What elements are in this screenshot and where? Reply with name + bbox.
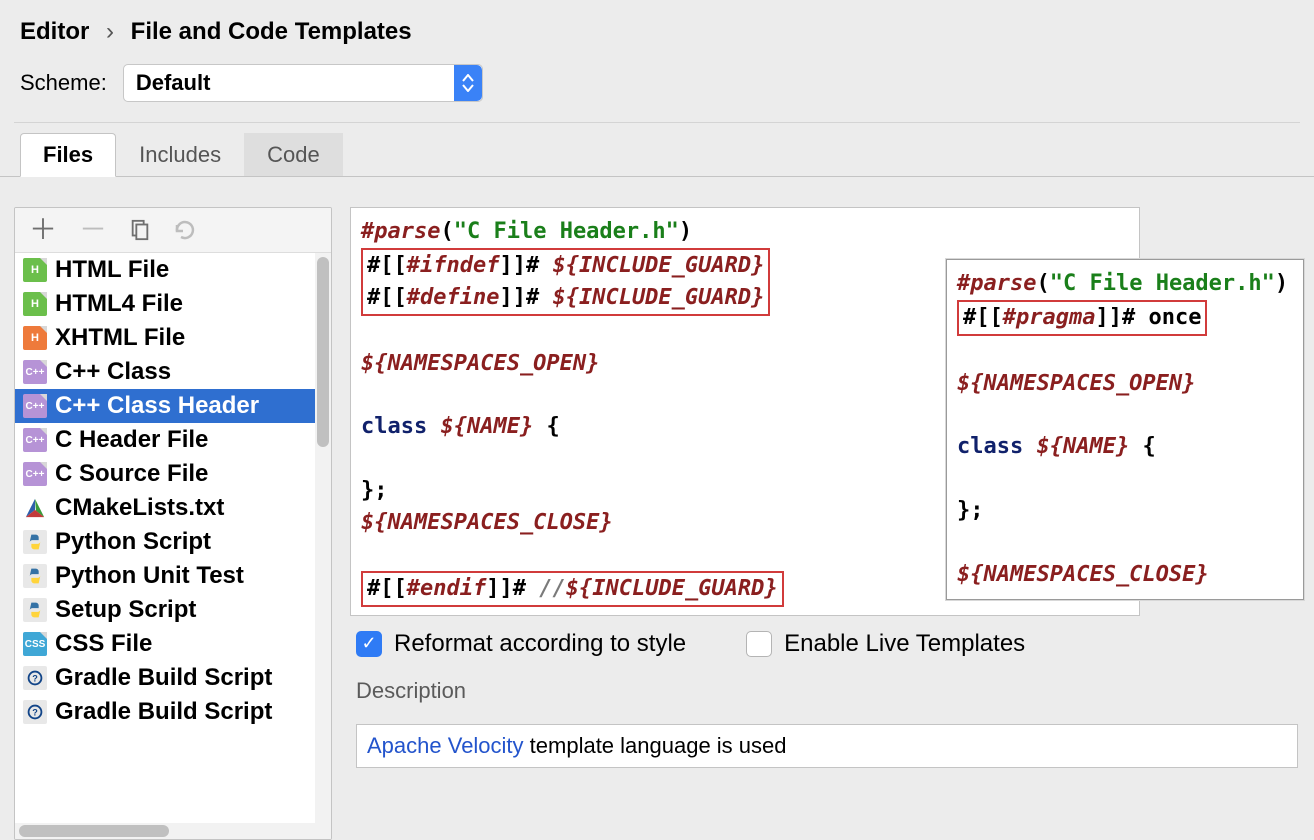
scheme-row: Scheme: Default [0, 56, 1314, 122]
vertical-scrollbar[interactable] [315, 253, 331, 823]
list-item-label: CMakeLists.txt [55, 494, 224, 522]
h-file-icon: H [23, 258, 47, 282]
xh-file-icon: H [23, 326, 47, 350]
live-templates-checkbox[interactable]: Enable Live Templates [746, 630, 1025, 658]
cpp-file-icon: C++ [23, 360, 47, 384]
divider [14, 122, 1300, 123]
cpp-file-icon: C++ [23, 394, 47, 418]
list-item[interactable]: ? Gradle Build Script [15, 661, 331, 695]
list-item-label: Setup Script [55, 596, 196, 624]
list-item[interactable]: Setup Script [15, 593, 331, 627]
gr-file-icon: ? [23, 666, 47, 690]
reformat-checkbox-label: Reformat according to style [394, 630, 686, 658]
options-row: ✓ Reformat according to style Enable Liv… [350, 630, 1304, 658]
file-types-list[interactable]: HHTML FileHHTML4 FileHXHTML FileC++C++ C… [15, 253, 331, 839]
tok-ns-close: ${NAMESPACES_CLOSE} [361, 510, 613, 535]
guard-block-highlight: #[[#ifndef]]# ${INCLUDE_GUARD} #[[#defin… [361, 248, 770, 316]
list-item[interactable]: ? Gradle Build Script [15, 695, 331, 729]
svg-text:?: ? [32, 708, 38, 718]
cmake-file-icon [23, 496, 47, 520]
list-item-label: XHTML File [55, 324, 185, 352]
cpp-file-icon: C++ [23, 428, 47, 452]
file-types-panel: ＋ － HHTML FileHHTML4 FileHXHTML FileC++C… [14, 207, 332, 840]
list-item[interactable]: H HTML4 File [15, 287, 331, 321]
list-item-label: HTML File [55, 256, 169, 284]
scheme-stepper-icon [454, 65, 482, 101]
tab-code[interactable]: Code [244, 133, 343, 176]
py-file-icon [23, 564, 47, 588]
list-item-label: C++ Class [55, 358, 171, 386]
list-item-label: Python Unit Test [55, 562, 244, 590]
horizontal-scrollbar[interactable] [15, 823, 331, 839]
list-item[interactable]: Python Unit Test [15, 559, 331, 593]
py-file-icon [23, 598, 47, 622]
scheme-value: Default [136, 70, 211, 96]
tok-parse: #parse [361, 219, 440, 244]
reformat-checkbox-box: ✓ [356, 631, 382, 657]
list-item-label: Gradle Build Script [55, 664, 272, 692]
add-button[interactable]: ＋ [29, 216, 57, 244]
copy-button[interactable] [129, 219, 151, 241]
list-item[interactable]: C++ C Source File [15, 457, 331, 491]
list-item-label: HTML4 File [55, 290, 183, 318]
tok-ns-open: ${NAMESPACES_OPEN} [361, 351, 599, 376]
list-item-label: C Header File [55, 426, 208, 454]
velocity-link[interactable]: Apache Velocity [367, 733, 524, 758]
live-templates-checkbox-box [746, 631, 772, 657]
list-item-label: Gradle Build Script [55, 698, 272, 726]
endif-highlight: #[[#endif]]# //${INCLUDE_GUARD} [361, 571, 784, 607]
css-file-icon: CSS [23, 632, 47, 656]
pragma-highlight: #[[#pragma]]# once [957, 300, 1207, 336]
remove-button: － [79, 216, 107, 244]
file-types-toolbar: ＋ － [15, 208, 331, 253]
tab-files[interactable]: Files [20, 133, 116, 177]
list-item[interactable]: H HTML File [15, 253, 331, 287]
reformat-checkbox[interactable]: ✓ Reformat according to style [356, 630, 686, 658]
description-heading: Description [350, 678, 1304, 704]
breadcrumb-parent[interactable]: Editor [20, 18, 89, 45]
scheme-label: Scheme: [20, 70, 107, 96]
svg-text:?: ? [32, 674, 38, 684]
list-item[interactable]: CSS CSS File [15, 627, 331, 661]
list-item-label: CSS File [55, 630, 152, 658]
template-editor-row: #parse("C File Header.h") #[[#ifndef]]# … [350, 207, 1304, 616]
tab-includes[interactable]: Includes [116, 133, 244, 176]
list-item[interactable]: C++ C++ Class [15, 355, 331, 389]
breadcrumb-separator: › [96, 18, 124, 45]
breadcrumb-current: File and Code Templates [131, 18, 412, 45]
list-item[interactable]: CMakeLists.txt [15, 491, 331, 525]
tok-parse-arg: "C File Header.h" [454, 219, 679, 244]
gr-file-icon: ? [23, 700, 47, 724]
list-item[interactable]: C++ C++ Class Header [15, 389, 331, 423]
breadcrumb: Editor › File and Code Templates [0, 0, 1314, 56]
py-file-icon [23, 530, 47, 554]
list-item[interactable]: C++ C Header File [15, 423, 331, 457]
cpp-file-icon: C++ [23, 462, 47, 486]
list-item-label: Python Script [55, 528, 211, 556]
h4-file-icon: H [23, 292, 47, 316]
template-preview: #parse("C File Header.h") #[[#pragma]]# … [946, 259, 1304, 600]
list-item[interactable]: Python Script [15, 525, 331, 559]
description-tail: template language is used [524, 733, 787, 758]
description-box: Apache Velocity template language is use… [356, 724, 1298, 768]
live-templates-checkbox-label: Enable Live Templates [784, 630, 1025, 658]
template-kind-tabs: Files Includes Code [0, 133, 1314, 177]
list-item-label: C++ Class Header [55, 392, 259, 420]
revert-button [173, 219, 197, 241]
list-item-label: C Source File [55, 460, 208, 488]
list-item[interactable]: H XHTML File [15, 321, 331, 355]
scheme-select[interactable]: Default [123, 64, 483, 102]
